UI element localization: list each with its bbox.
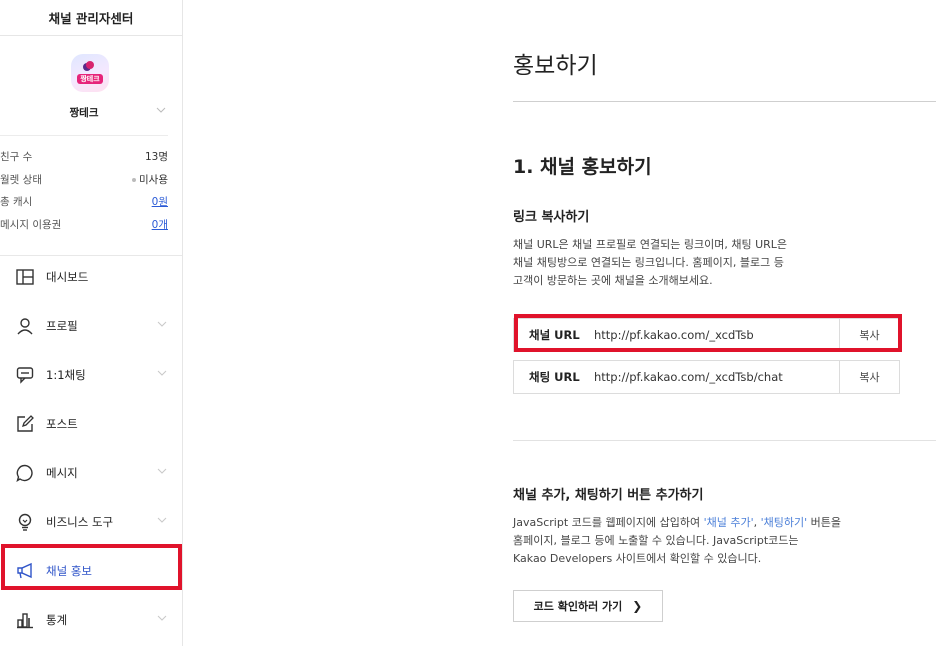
- flower-icon: [86, 61, 94, 69]
- avatar: 짱테크: [71, 54, 109, 92]
- link-copy-description: 채널 URL은 채널 프로필로 연결되는 링크이며, 채팅 URL은 채널 채팅…: [513, 238, 788, 287]
- speech-bubble-icon: [14, 462, 36, 484]
- highlight-annotation: [1, 544, 182, 590]
- chat-url-row: 채팅 URL http://pf.kakao.com/_xcdTsb/chat …: [513, 360, 900, 394]
- desc-text: JavaScript 코드를 웹페이지에 삽입하여: [513, 516, 704, 529]
- buttons-section-description: JavaScript 코드를 웹페이지에 삽입하여 '채널 추가', '채팅하기…: [513, 514, 913, 568]
- dashboard-icon: [14, 266, 36, 288]
- chevron-down-icon[interactable]: [156, 105, 166, 116]
- stat-label: 메시지 이용권: [0, 218, 62, 231]
- chevron-down-icon: [157, 466, 167, 477]
- stat-friends: 친구 수 13명: [0, 148, 168, 171]
- stat-value: 13명: [144, 151, 168, 163]
- sidebar-item-label: 통계: [46, 612, 68, 627]
- cash-link[interactable]: 0원: [152, 193, 168, 216]
- link-copy-title: 링크 복사하기: [513, 210, 590, 225]
- chevron-down-icon: [157, 613, 167, 624]
- status-dot-icon: [132, 177, 137, 182]
- chevron-down-icon: [157, 515, 167, 526]
- sidebar-item-label: 메시지: [46, 465, 78, 480]
- bar-chart-icon: [14, 609, 36, 631]
- person-icon: [14, 315, 36, 337]
- divider: [513, 440, 936, 441]
- edit-icon: [14, 413, 36, 435]
- sidebar-item-label: 포스트: [46, 416, 78, 431]
- check-code-button[interactable]: 코드 확인하러 가기 ❯: [513, 590, 663, 622]
- sidebar-item-label: 프로필: [46, 318, 78, 333]
- sidebar: 채널 관리자센터 짱테크 짱테크 친구 수 13명 월렛 상태 미사용 총 캐시…: [0, 0, 183, 646]
- channel-stats: 친구 수 13명 월렛 상태 미사용 총 캐시 0원 메시지 이용권 0개: [0, 136, 182, 256]
- sidebar-item-statistics[interactable]: 통계: [0, 595, 183, 644]
- chevron-down-icon: [157, 368, 167, 379]
- stat-label: 친구 수: [0, 151, 33, 163]
- sidebar-item-dashboard[interactable]: 대시보드: [0, 252, 183, 301]
- sidebar-item-label: 비즈니스 도구: [46, 514, 114, 529]
- page-title: 홍보하기: [513, 53, 598, 79]
- highlight-annotation: [514, 314, 902, 352]
- chevron-down-icon: [157, 319, 167, 330]
- desc-text: ,: [753, 516, 761, 529]
- voucher-link[interactable]: 0개: [152, 216, 168, 239]
- channel-name: 짱테크: [69, 107, 99, 119]
- stat-value-text: 미사용: [139, 173, 168, 186]
- sidebar-item-chat[interactable]: 1:1채팅: [0, 350, 183, 399]
- button-label: 코드 확인하러 가기: [533, 600, 623, 613]
- copy-chat-url-button[interactable]: 복사: [839, 361, 899, 393]
- channel-profile[interactable]: 짱테크 짱테크: [0, 36, 168, 136]
- sidebar-item-label: 1:1채팅: [46, 367, 86, 382]
- stat-label: 월렛 상태: [0, 173, 42, 186]
- stat-wallet: 월렛 상태 미사용: [0, 171, 168, 194]
- buttons-section-title: 채널 추가, 채팅하기 버튼 추가하기: [513, 488, 704, 503]
- sidebar-item-profile[interactable]: 프로필: [0, 301, 183, 350]
- section-title: 1. 채널 홍보하기: [513, 156, 652, 178]
- stat-label: 총 캐시: [0, 196, 33, 208]
- lightbulb-icon: [14, 511, 36, 533]
- desc-highlight: '채널 추가': [703, 516, 754, 529]
- chat-icon: [14, 364, 36, 386]
- desc-highlight: '채팅하기': [760, 516, 808, 529]
- stat-cash: 총 캐시 0원: [0, 193, 168, 216]
- sidebar-header: 채널 관리자센터: [0, 0, 182, 36]
- url-value: http://pf.kakao.com/_xcdTsb/chat: [594, 370, 783, 384]
- chevron-right-icon: ❯: [632, 599, 643, 613]
- url-label: 채팅 URL: [529, 370, 580, 384]
- divider: [513, 101, 936, 102]
- stat-value: 미사용: [132, 171, 168, 194]
- sidebar-item-label: 대시보드: [46, 269, 89, 284]
- sidebar-item-message[interactable]: 메시지: [0, 448, 183, 497]
- avatar-logo-text: 짱테크: [77, 74, 103, 84]
- sidebar-item-business-tools[interactable]: 비즈니스 도구: [0, 497, 183, 546]
- sidebar-item-post[interactable]: 포스트: [0, 399, 183, 448]
- stat-message-voucher: 메시지 이용권 0개: [0, 216, 168, 239]
